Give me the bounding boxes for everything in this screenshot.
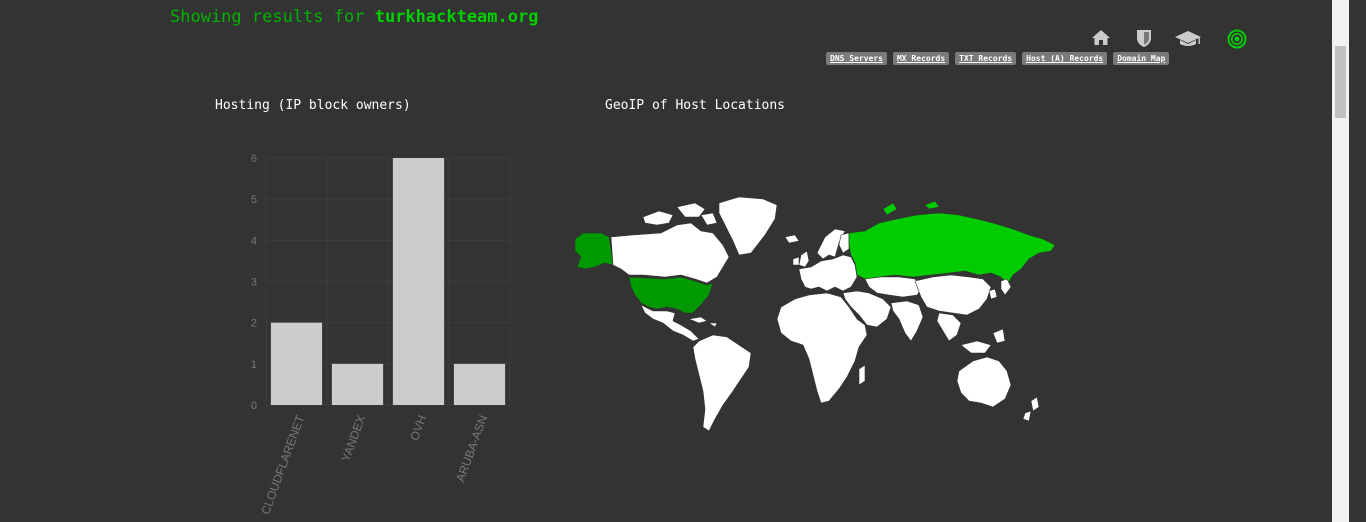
y-tick-label: 4 — [251, 235, 257, 247]
map-region-japan — [988, 278, 1012, 300]
map-region-new-zealand — [1022, 396, 1040, 422]
world-map — [574, 196, 1056, 432]
results-domain: turkhackteam.org — [374, 7, 539, 27]
scrollbar-thumb[interactable] — [1335, 46, 1346, 118]
map-region-united-states — [628, 276, 714, 314]
map-region-finland — [838, 232, 850, 254]
graduation-cap-icon[interactable] — [1174, 28, 1202, 52]
shield-icon[interactable] — [1135, 28, 1153, 52]
y-tick-label: 2 — [251, 318, 257, 330]
map-region-iceland — [784, 234, 800, 244]
map-region-arctic-islands — [642, 202, 718, 226]
domain-map-button[interactable]: Domain Map — [1113, 52, 1170, 65]
map-region-southeast-asia — [936, 312, 1006, 354]
x-tick-label: CLOUDFLARENET — [258, 413, 307, 517]
map-region-south-america — [692, 334, 752, 432]
map-region-russia — [848, 212, 1056, 286]
map-region-china — [914, 274, 992, 316]
host-a-records-button[interactable]: Host (A) Records — [1022, 52, 1108, 65]
mx-records-button[interactable]: MX Records — [892, 52, 950, 65]
top-icon-bar — [1088, 28, 1252, 52]
results-prefix: Showing results for — [170, 7, 375, 27]
results-heading: Showing results for turkhackteam.org — [170, 7, 538, 27]
hosting-chart-title: Hosting (IP block owners) — [215, 98, 411, 113]
x-axis: CLOUDFLARENET YANDEX OVH ARUBA-ASN — [258, 413, 490, 517]
y-tick-label: 1 — [251, 359, 257, 371]
home-icon[interactable] — [1091, 28, 1111, 52]
txt-records-button[interactable]: TXT Records — [955, 52, 1017, 65]
sub-nav: DNS Servers MX Records TXT Records Host … — [826, 52, 1170, 65]
map-region-central-asia — [864, 276, 924, 298]
y-tick-label: 6 — [251, 153, 257, 165]
map-region-novaya-zemlya — [882, 200, 940, 216]
map-region-canada — [610, 222, 730, 284]
y-tick-label: 3 — [251, 277, 257, 289]
y-axis: 0 1 2 3 4 5 6 — [251, 153, 257, 412]
map-region-australia — [956, 356, 1012, 408]
bar-yandex — [331, 363, 384, 405]
dns-servers-button[interactable]: DNS Servers — [826, 52, 887, 65]
bar-cloudflarenet — [270, 322, 323, 405]
map-region-madagascar — [858, 364, 866, 386]
x-tick-label: YANDEX — [339, 413, 369, 463]
map-region-greenland — [718, 196, 778, 256]
bar-aruba-asn — [453, 363, 506, 405]
x-tick-label: OVH — [407, 413, 429, 442]
y-tick-label: 0 — [251, 400, 257, 412]
map-region-caribbean — [687, 316, 718, 328]
vertical-scrollbar[interactable] — [1332, 0, 1349, 522]
hosting-bar-chart: 0 1 2 3 4 5 6 CLOUDFLARENET YANDEX OVH ARUBA-ASN — [251, 153, 511, 517]
x-tick-label: ARUBA-ASN — [453, 413, 490, 484]
page: Showing results for turkhackteam.org DNS… — [0, 0, 1349, 522]
geoip-map-title: GeoIP of Host Locations — [605, 98, 786, 113]
map-region-uk-ireland — [792, 250, 810, 268]
bar-ovh — [392, 158, 445, 405]
map-region-alaska — [574, 232, 614, 270]
map-region-south-asia — [890, 300, 924, 342]
target-icon[interactable] — [1226, 28, 1248, 54]
y-tick-label: 5 — [251, 194, 257, 206]
